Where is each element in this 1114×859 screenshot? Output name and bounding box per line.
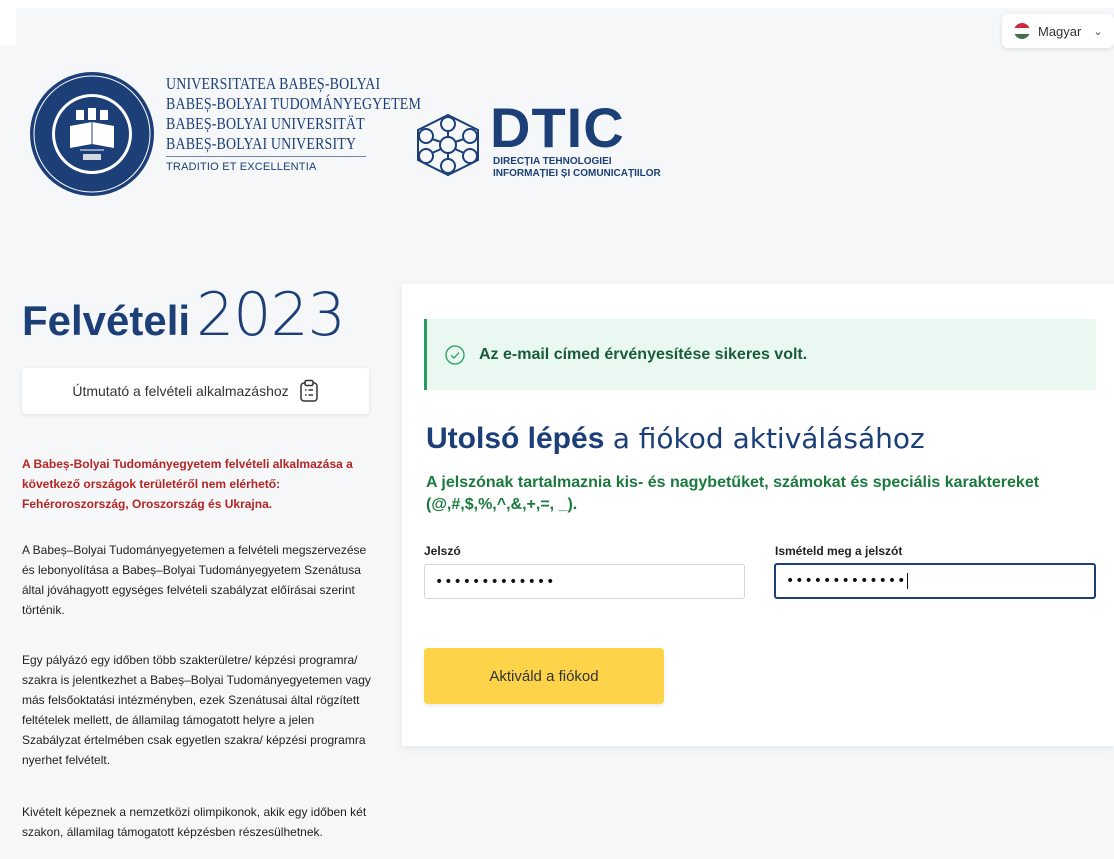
card-title: Utolsó lépés a fiókod aktiválásához (426, 422, 925, 456)
hungarian-flag-icon (1014, 23, 1030, 39)
card-title-rest: a fiókod aktiválásához (612, 422, 925, 455)
ubb-seal-logo (30, 72, 154, 196)
language-selector[interactable]: Magyar ⌄ (1002, 14, 1114, 48)
password-value: ••••••••••••• (435, 573, 556, 590)
page-title-bold: Felvételi (22, 297, 191, 344)
ubb-name-hu: BABEȘ-BOLYAI TUDOMÁNYEGYETEM (166, 94, 422, 113)
page-title-year: 2023 (196, 280, 346, 350)
country-warning: A Babeș-Bolyai Tudományegyetem felvételi… (22, 457, 353, 511)
top-strip (0, 0, 1114, 8)
dtic-wordmark: DTIC (490, 96, 625, 159)
chevron-down-icon: ⌄ (1093, 25, 1103, 38)
confirm-password-value: ••••••••••••• (786, 573, 907, 589)
info-paragraph-1: A Babeș–Bolyai Tudományegyetemen a felvé… (22, 543, 367, 617)
ubb-name-en: BABEȘ-BOLYAI UNIVERSITY (166, 134, 357, 153)
dtic-subtitle-line2: INFORMAȚIEI ȘI COMUNICAȚIILOR (493, 168, 661, 179)
text-caret (907, 573, 909, 589)
password-field[interactable]: ••••••••••••• (424, 564, 745, 599)
guide-button-label: Útmutató a felvételi alkalmazáshoz (72, 383, 289, 399)
clipboard-list-icon (299, 379, 318, 402)
guide-button[interactable]: Útmutató a felvételi alkalmazáshoz (22, 368, 369, 414)
card-title-bold: Utolsó lépés (426, 422, 605, 455)
activation-card: Az e-mail címed érvényesítése sikeres vo… (402, 284, 1114, 746)
info-paragraph-3: Kivételt képeznek a nemzetközi olimpikon… (22, 805, 367, 839)
activate-account-button[interactable]: Aktiváld a fiókod (424, 648, 664, 704)
ubb-rule (166, 156, 366, 157)
confirm-password-label: Ismételd meg a jelszót (775, 544, 903, 558)
dtic-subtitle: DIRECȚIA TEHNOLOGIEI INFORMAȚIEI ȘI COMU… (493, 156, 693, 180)
check-circle-icon (445, 344, 465, 365)
success-alert: Az e-mail címed érvényesítése sikeres vo… (424, 319, 1096, 390)
ubb-name-de: BABEȘ-BOLYAI UNIVERSITÄT (166, 114, 365, 133)
confirm-password-field[interactable]: ••••••••••••• (774, 563, 1096, 599)
password-requirements: A jelszónak tartalmaznia kis- és nagybet… (426, 474, 1040, 513)
ubb-wordmark: UNIVERSITATEA BABEȘ-BOLYAI BABEȘ-BOLYAI … (166, 74, 422, 173)
dtic-subtitle-line1: DIRECȚIA TEHNOLOGIEI (493, 156, 612, 167)
language-label: Magyar (1038, 23, 1082, 39)
activate-account-label: Aktiváld a fiókod (489, 667, 599, 685)
ubb-name-ro: UNIVERSITATEA BABEȘ-BOLYAI (166, 74, 381, 93)
dtic-network-icon (417, 113, 479, 177)
page-title: Felvételi 2023 (22, 280, 346, 350)
success-alert-text: Az e-mail címed érvényesítése sikeres vo… (479, 345, 808, 363)
password-label: Jelszó (424, 544, 461, 558)
ubb-motto: TRADITIO ET EXCELLENTIA (166, 161, 317, 173)
top-strip-left (0, 8, 16, 46)
info-paragraph-2: Egy pályázó egy időben több szakterületr… (22, 653, 371, 767)
